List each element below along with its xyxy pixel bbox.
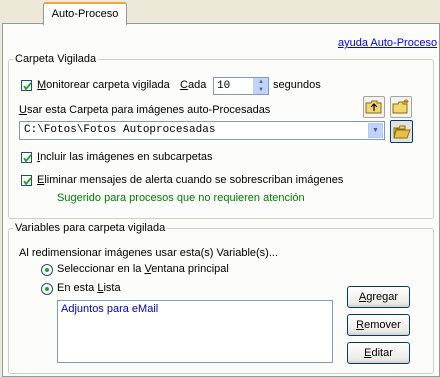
open-folder-button[interactable] — [390, 120, 413, 143]
new-folder-icon — [392, 99, 409, 114]
watched-folder-title: Carpeta Vigilada — [15, 53, 97, 65]
folder-up-button[interactable] — [363, 96, 385, 118]
radio-this-list-label[interactable]: En esta Lista — [57, 282, 121, 294]
tab-auto-proceso[interactable]: Auto-Proceso — [43, 2, 127, 25]
monitor-checkbox[interactable] — [21, 80, 32, 91]
include-subfolders-checkbox[interactable] — [21, 152, 32, 163]
edit-button[interactable]: Editar — [347, 342, 410, 364]
list-item[interactable]: Adjuntos para eMail — [61, 303, 158, 315]
interval-value[interactable]: 10 — [217, 80, 230, 92]
help-link[interactable]: ayuda Auto-Proceso — [338, 37, 437, 49]
add-button[interactable]: Agregar — [347, 286, 410, 308]
tab-strip: Auto-Proceso — [0, 0, 440, 25]
checkmark-icon — [23, 154, 32, 163]
variables-title: Variables para carpeta vigilada — [15, 222, 166, 234]
radio-this-list[interactable] — [41, 283, 53, 295]
include-subfolders-label[interactable]: Incluir las imágenes en subcarpetas — [37, 151, 213, 163]
every-label: Cada — [180, 79, 207, 91]
open-folder-icon — [392, 125, 411, 138]
variables-listbox[interactable]: Adjuntos para eMail — [57, 300, 333, 363]
spin-down-icon[interactable]: ▼ — [254, 86, 268, 94]
use-folder-label: Usar esta Carpeta para imágenes auto-Pro… — [19, 104, 271, 116]
new-folder-button[interactable] — [390, 96, 412, 118]
remove-button[interactable]: Remover — [347, 314, 410, 336]
suppress-alerts-checkbox[interactable] — [21, 175, 32, 186]
interval-spinner[interactable]: 10 ▲ ▼ — [213, 77, 269, 95]
folder-path-text[interactable]: C:\Fotos\Fotos Autoprocesadas — [24, 124, 215, 136]
radio-main-window[interactable] — [41, 264, 53, 276]
folder-path-combo[interactable]: C:\Fotos\Fotos Autoprocesadas ▼ — [19, 121, 385, 140]
suggestion-note: Sugerido para procesos que no requieren … — [57, 192, 305, 204]
monitor-label[interactable]: Monitorear carpeta vigilada — [37, 79, 170, 91]
folder-up-icon — [365, 100, 382, 114]
spinner-arrows: ▲ ▼ — [253, 78, 268, 94]
suppress-alerts-label[interactable]: Eliminar mensajes de alerta cuando se so… — [37, 174, 343, 186]
chevron-down-icon[interactable]: ▼ — [368, 123, 383, 138]
checkmark-icon — [23, 177, 32, 186]
radio-main-window-label[interactable]: Seleccionar en la Ventana principal — [57, 263, 229, 275]
seconds-label: segundos — [273, 79, 321, 91]
checkmark-icon — [23, 82, 32, 91]
spin-up-icon[interactable]: ▲ — [254, 78, 268, 86]
variables-intro: Al redimensionar imágenes usar esta(s) V… — [19, 247, 279, 259]
